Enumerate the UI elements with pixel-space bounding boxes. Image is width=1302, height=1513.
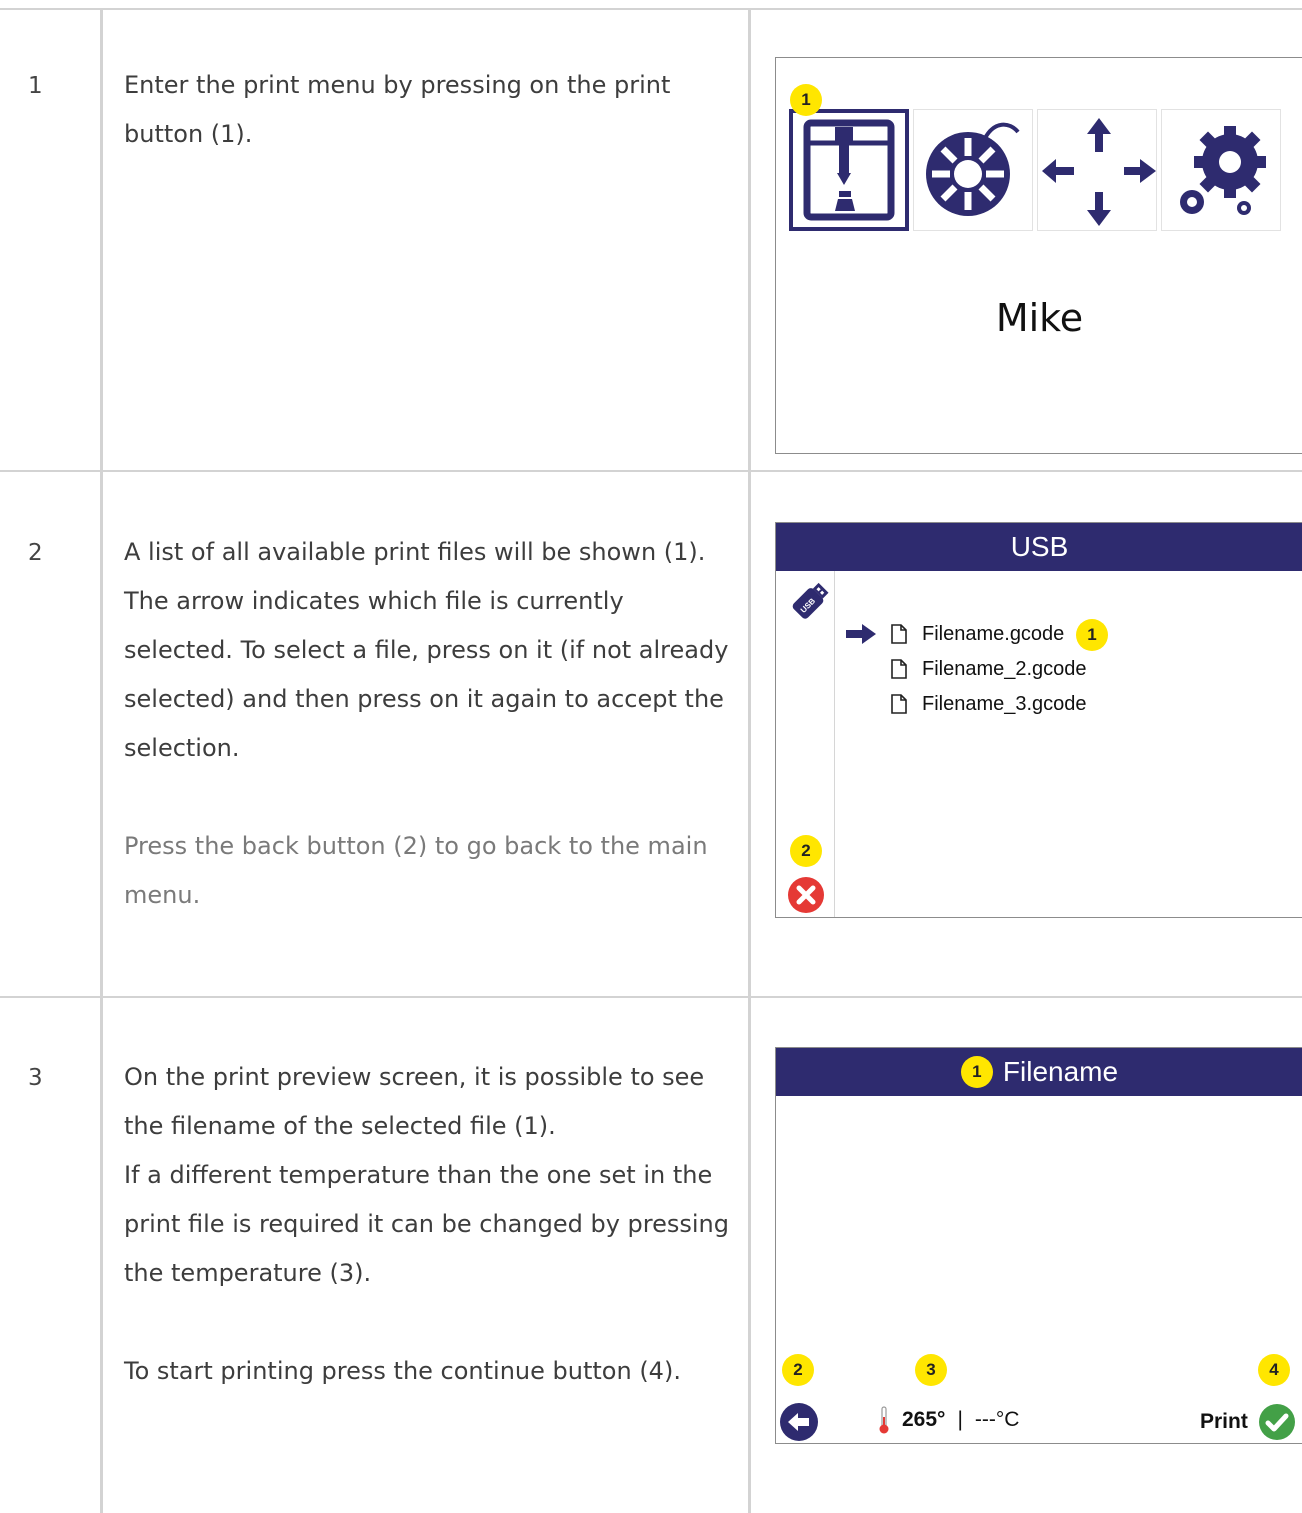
back-arrow-button[interactable] [779,1402,819,1442]
step-number: 3 [28,1065,43,1091]
callout-badge: 1 [1076,619,1108,651]
main-menu-screenshot: 1 Mike [775,57,1302,454]
sidebar-divider [834,571,835,917]
actual-temperature: ---°C [974,1408,1020,1431]
check-icon [1258,1404,1295,1440]
filament-menu-tile[interactable] [913,109,1033,231]
cancel-back-button[interactable] [787,876,825,914]
settings-gears-icon [1180,126,1266,215]
selection-arrow-icon [846,624,876,644]
callout-badge: 2 [790,835,822,867]
print-menu-tile[interactable] [789,109,909,231]
column-divider-1 [100,8,103,1513]
temperature-separator: | [957,1408,963,1431]
step-number: 1 [28,73,43,99]
print-label: Print [1200,1410,1248,1433]
table-top-border [0,8,1302,10]
filament-spool-icon [926,122,1020,216]
file-icon [891,624,907,644]
callout-badge: 1 [790,84,822,116]
print-preview-screenshot: 1 Filename 2 3 4 265° | ---°C Print [775,1047,1302,1444]
step-description: A list of all available print files will… [124,528,734,920]
usb-file-list-screenshot: USB USB Filename.gcode Filename_2.gcode [775,522,1302,918]
step-text: On the print preview screen, it is possi… [124,1063,705,1140]
file-name: Filename_2.gcode [922,657,1087,680]
screen-title: USB [776,523,1302,571]
callout-badge: 1 [960,1056,993,1088]
thermometer-icon [879,1406,889,1434]
file-icon [891,659,907,679]
move-arrows-icon [1042,118,1156,226]
step-number: 2 [28,540,43,566]
row-divider-1 [0,470,1302,472]
step-text: A list of all available print files will… [124,538,729,762]
print-button[interactable]: Print [1200,1403,1296,1441]
temperature-control[interactable]: 265° | ---°C [876,1405,1019,1435]
file-list-item[interactable]: Filename.gcode [890,619,1064,649]
settings-menu-tile[interactable] [1161,109,1281,231]
row-divider-2 [0,996,1302,998]
file-name: Filename_3.gcode [922,692,1087,715]
step-text: To start printing press the continue but… [124,1357,681,1385]
screen-title: Filename [1002,1056,1119,1087]
callout-badge: 2 [782,1354,814,1386]
usb-drive-icon: USB [792,582,829,619]
profile-name: Mike [995,296,1084,340]
target-temperature: 265° [902,1408,946,1431]
callout-badge: 4 [1258,1354,1290,1386]
file-list-item[interactable]: Filename_3.gcode [890,689,1087,719]
file-name: Filename.gcode [922,622,1065,645]
screen-title-bar: 1 Filename [776,1048,1302,1096]
print-icon [803,119,895,221]
step-text: Enter the print menu by pressing on the … [124,71,671,148]
file-list-item[interactable]: Filename_2.gcode [890,654,1087,684]
callout-badge: 3 [915,1354,947,1386]
move-menu-tile[interactable] [1037,109,1157,231]
column-divider-2 [748,8,751,1513]
step-description: On the print preview screen, it is possi… [124,1053,734,1396]
step-note: Press the back button (2) to go back to … [124,832,708,909]
step-description: Enter the print menu by pressing on the … [124,61,734,159]
step-text: If a different temperature than the one … [124,1161,729,1287]
file-icon [891,694,907,714]
